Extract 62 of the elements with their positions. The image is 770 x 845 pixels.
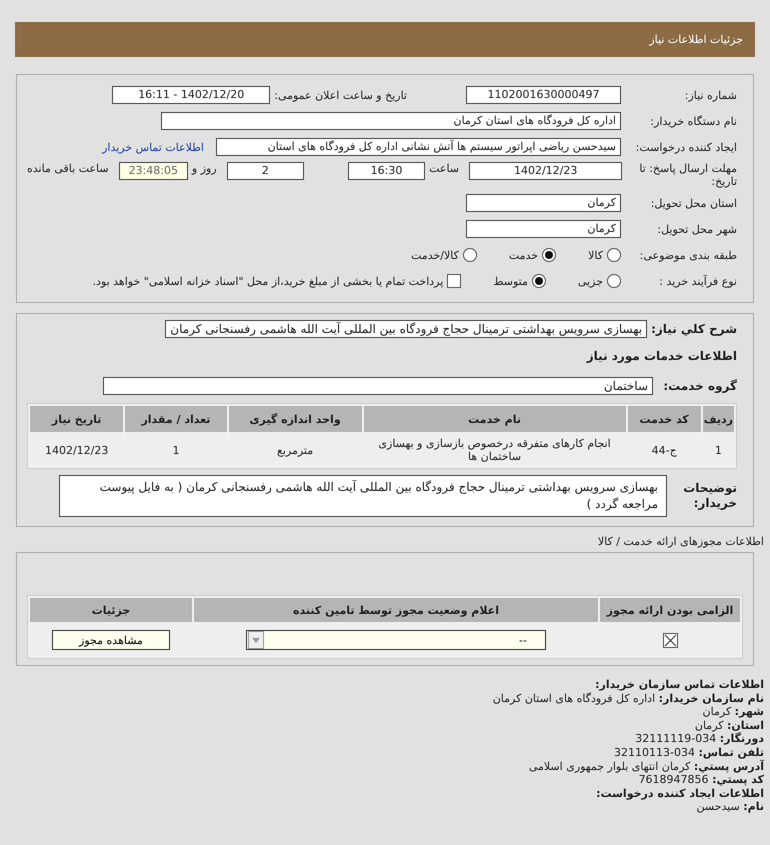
field-label: نوع فرآیند خرید : [658, 274, 737, 288]
radio-button[interactable] [462, 248, 477, 262]
announce-date-field: 1402/12/20 - 16:11 [112, 86, 270, 104]
summary-field: بهسازی سرویس بهداشتی ترمینال حجاج فرودگاه بین المللی آیت الله هاشمی رفسنجانی کرمان [165, 320, 648, 338]
radio-label: کالا [588, 248, 603, 262]
contact-line: استان: کرمان [694, 718, 764, 732]
contact-line: شهر: کرمان [702, 705, 764, 719]
column-header: الزامی بودن ارائه مجوز [600, 598, 740, 622]
column-header: جزئیات [30, 598, 192, 622]
field-label: روز و [192, 162, 217, 175]
remaining-time-field: 23:48:05 [118, 162, 188, 180]
need-number-field: 1102001630000497 [466, 86, 621, 104]
deadline-time-field: 16:30 [348, 162, 426, 180]
status-dropdown[interactable]: -- [246, 630, 546, 650]
field-label: نام دستگاه خریدار: [649, 114, 737, 128]
field-label: توضیحات خریدار: [682, 481, 737, 511]
column-header: واحد اندازه گیری [228, 406, 362, 432]
field-label: شماره نیاز: [684, 88, 737, 102]
column-header: ردیف [702, 406, 734, 432]
page-title: جزئیات اطلاعات نیاز [649, 33, 743, 46]
contact-line: نام سازمان خریدار: اداره کل فرودگاه های استان کرمان [492, 692, 764, 706]
checkbox-label: پرداخت تمام یا بخشی از مبلغ خرید،از محل "اسناد خزانه اسلامی" خواهد بود. [92, 274, 444, 288]
service-group-field: ساختمان [103, 377, 653, 395]
contact-line: آدرس پستي: کرمان انتهای بلوار جمهوری اسلامی [528, 760, 764, 774]
field-label: استان محل تحویل: [650, 196, 737, 210]
column-header: نام خدمت [364, 406, 626, 432]
radio-button[interactable] [532, 274, 546, 288]
radio-button[interactable] [542, 248, 556, 262]
column-header: تاریخ نیاز [30, 406, 124, 432]
buyer-contact-link[interactable]: اطلاعات تماس خریدار [102, 140, 204, 154]
field-label: شهر محل تحویل: [656, 222, 737, 236]
column-header: کد خدمت [628, 406, 701, 432]
contact-line: نام: سیدحسن [695, 800, 764, 814]
radio-label: خدمت [508, 248, 538, 262]
deadline-date-field: 1402/12/23 [469, 162, 622, 180]
field-label: طبقه بندی موضوعی: [638, 248, 737, 262]
contact-heading: اطلاعات ایجاد کننده درخواست: [595, 786, 764, 800]
province-field: کرمان [466, 194, 621, 212]
column-header: اعلام وضعیت مجوز توسط تامین کننده [194, 598, 598, 622]
radio-label: کالا/خدمت [411, 248, 459, 262]
radio-button[interactable] [607, 248, 621, 262]
buyer-field: اداره کل فرودگاه های استان کرمان [161, 112, 621, 130]
checkbox[interactable] [447, 274, 462, 288]
radio-label: متوسط [493, 274, 528, 288]
field-label: شرح کلي نیاز: [651, 322, 737, 336]
field-label: ساعت باقی مانده [27, 162, 109, 175]
city-field: کرمان [466, 220, 621, 238]
section-heading: اطلاعات خدمات مورد نیاز [586, 349, 737, 363]
buyer-notes-field: بهسازی سرویس بهداشتی ترمینال حجاج فرودگاه بین المللی آیت الله هاشمی رفسنجانی کرمان ( به فایل پیوست مراجعه گردد ) [59, 475, 667, 517]
field-label: مهلت ارسال پاسخ: تا تاریخ: [638, 162, 737, 188]
days-field: 2 [226, 162, 304, 180]
column-header: تعداد / مقدار [125, 406, 227, 432]
field-label: ایجاد کننده درخواست: [634, 140, 737, 154]
field-label: تاریخ و ساعت اعلان عمومی: [274, 88, 407, 102]
field-label: گروه خدمت: [662, 379, 737, 393]
radio-label: جزیی [578, 274, 603, 288]
view-license-button[interactable]: مشاهده مجوز [52, 630, 170, 650]
contact-heading: اطلاعات تماس سازمان خریدار: [594, 678, 764, 692]
radio-button[interactable] [607, 274, 621, 288]
field-label: ساعت [429, 162, 460, 175]
section-title: اطلاعات مجوزهای ارائه خدمت / کالا [596, 535, 764, 548]
creator-field: سیدحسن ریاضی اپراتور سیستم ها آتش نشانی اداره کل فرودگاه های استان [216, 138, 621, 156]
